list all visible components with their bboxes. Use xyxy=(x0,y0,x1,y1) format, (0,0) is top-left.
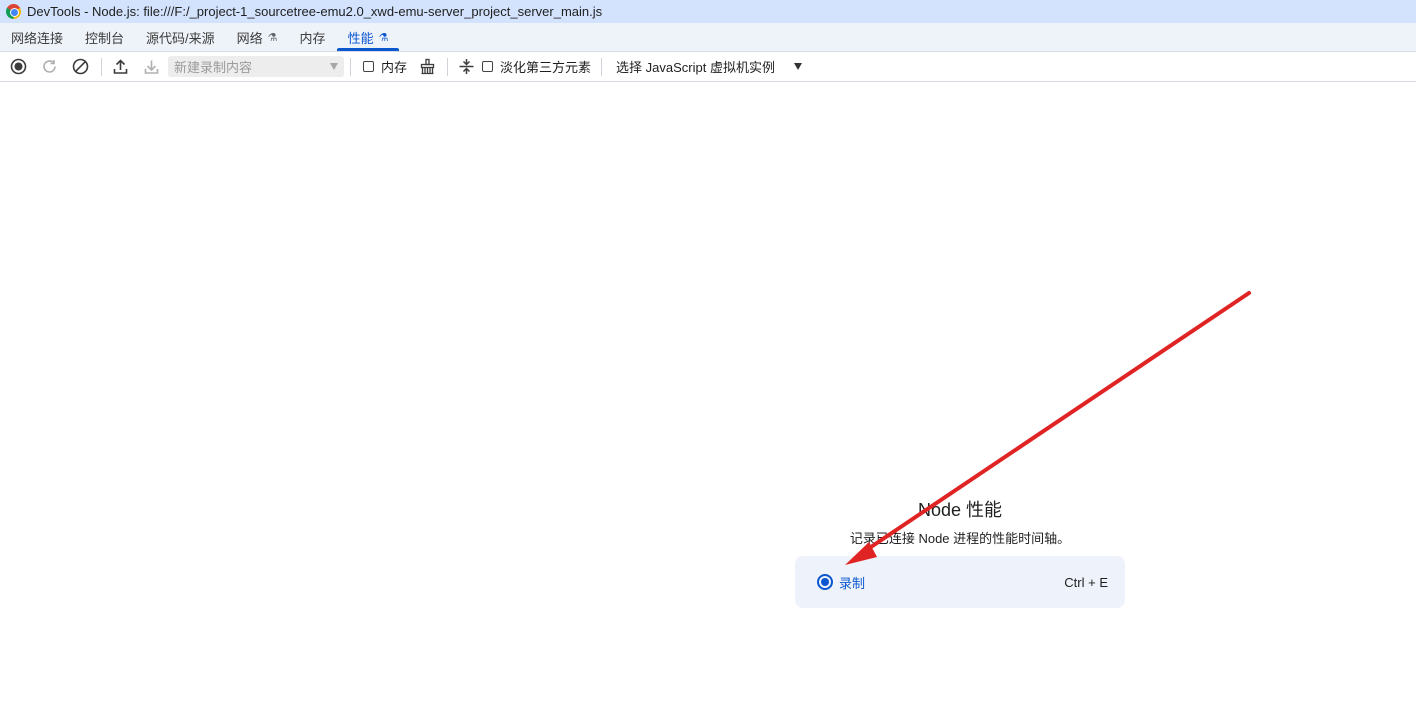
memory-checkbox[interactable]: 内存 xyxy=(363,57,407,76)
reload-record-button[interactable] xyxy=(37,55,61,79)
landing-panel: Node 性能 记录已连接 Node 进程的性能时间轴。 xyxy=(795,494,1125,547)
checkbox-box[interactable] xyxy=(482,61,494,72)
chevron-down-icon xyxy=(330,63,338,70)
record-icon xyxy=(817,574,833,590)
tab-label: 网络 xyxy=(236,30,263,46)
recording-select[interactable]: 新建录制内容 xyxy=(168,56,344,77)
memory-checkbox-label: 内存 xyxy=(381,60,408,75)
recording-select-placeholder: 新建录制内容 xyxy=(174,60,253,75)
garbage-collect-icon xyxy=(420,58,434,75)
record-icon xyxy=(10,58,26,75)
vm-instance-select[interactable]: 选择 JavaScript 虚拟机实例 xyxy=(616,57,802,76)
toolbar-divider xyxy=(601,57,603,76)
reload-record-icon xyxy=(42,60,56,73)
chrome-logo-icon xyxy=(6,4,21,19)
clear-button[interactable] xyxy=(68,55,92,79)
landing-description: 记录已连接 Node 进程的性能时间轴。 xyxy=(849,531,1071,546)
load-profile-button[interactable] xyxy=(108,55,132,79)
toolbar-divider xyxy=(101,57,102,76)
tab-label: 内存 xyxy=(299,30,326,46)
window-titlebar: DevTools - Node.js: file:///F:/_project-… xyxy=(0,0,1416,23)
dim-third-party-label: 淡化第三方元素 xyxy=(500,60,592,75)
vm-select-label: 选择 JavaScript 虚拟机实例 xyxy=(616,60,775,75)
window-title: DevTools - Node.js: file:///F:/_project-… xyxy=(27,4,603,19)
collect-garbage-button[interactable] xyxy=(415,55,439,79)
download-icon xyxy=(144,60,158,74)
collapse-button[interactable] xyxy=(454,55,478,79)
tab-label: 性能 xyxy=(347,30,374,46)
flask-icon: ⚗ xyxy=(267,31,278,44)
record-label: 录制 xyxy=(839,575,866,591)
toolbar-divider xyxy=(447,57,449,76)
tab-label: 源代码/来源 xyxy=(146,30,215,46)
save-profile-button[interactable] xyxy=(139,55,163,79)
record-button[interactable] xyxy=(6,55,30,79)
record-action[interactable]: 录制 xyxy=(817,573,865,592)
tab-performance[interactable]: 性能 ⚗ xyxy=(336,23,400,51)
performance-toolbar: 新建录制内容 内存 淡化第三方元素 选择 JavaScript 虚拟机实例 xyxy=(0,52,1416,82)
record-shortcut: Ctrl + E xyxy=(1064,574,1108,590)
devtools-tabbar: 网络连接 控制台 源代码/来源 网络 ⚗ 内存 性能 ⚗ xyxy=(0,23,1416,52)
tab-label: 网络连接 xyxy=(11,30,64,46)
dim-third-party-checkbox[interactable]: 淡化第三方元素 xyxy=(482,57,591,76)
tab-memory[interactable]: 内存 xyxy=(289,23,337,51)
record-action-card[interactable]: 录制 Ctrl + E xyxy=(795,556,1125,608)
tab-network[interactable]: 网络 ⚗ xyxy=(226,23,289,51)
tab-label: 控制台 xyxy=(85,30,125,46)
toolbar-divider xyxy=(350,57,351,76)
tab-sources[interactable]: 源代码/来源 xyxy=(135,23,226,51)
tab-connections[interactable]: 网络连接 xyxy=(0,23,74,51)
upload-icon xyxy=(113,59,127,74)
collapse-icon xyxy=(459,59,474,74)
clear-icon xyxy=(72,58,88,75)
checkbox-box[interactable] xyxy=(363,61,374,72)
tab-console[interactable]: 控制台 xyxy=(74,23,135,51)
flask-icon: ⚗ xyxy=(378,31,389,44)
annotation-arrow xyxy=(845,291,1251,565)
chevron-down-icon xyxy=(793,63,802,70)
landing-heading: Node 性能 xyxy=(917,500,1003,520)
